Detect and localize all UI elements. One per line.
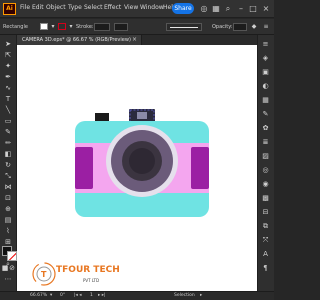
menu-file[interactable]: File [20,4,30,11]
stroke-dropdown-icon[interactable]: ▾ [67,23,75,31]
maximize-icon[interactable]: □ [248,4,258,14]
color-panel-icon[interactable]: ◐ [261,82,270,91]
transform-panel-icon[interactable]: ⤧ [261,236,270,245]
variable-width-field[interactable] [114,23,128,31]
rotate-tool-icon[interactable]: ↻ [4,161,12,169]
camera-right-grip [191,147,209,189]
width-tool-icon[interactable]: ⋈ [4,183,12,191]
opacity-label: Opacity: [212,24,233,30]
menu-select[interactable]: Select [84,4,103,11]
menu-edit[interactable]: Edit [32,4,44,11]
type-tool-icon[interactable]: T [4,95,12,103]
close-window-icon[interactable]: × [261,4,271,14]
pencil-tool-icon[interactable]: ✏ [4,139,12,147]
pen-tool-icon[interactable]: ✒ [4,73,12,81]
menu-effect[interactable]: Effect [104,4,121,11]
rectangle-tool-icon[interactable]: ▭ [4,117,12,125]
free-transform-tool-icon[interactable]: ⊡ [4,194,12,202]
watermark-brand: TFOUR TECH [56,265,120,275]
gradient-panel-icon[interactable]: ▨ [261,152,270,161]
pathfinder-panel-icon[interactable]: ⧉ [261,222,270,231]
search-icon[interactable]: ⌕ [223,4,233,14]
properties-panel-icon[interactable]: ≡ [261,40,270,49]
line-tool-icon[interactable]: ╲ [4,106,12,114]
curvature-tool-icon[interactable]: ∿ [4,84,12,92]
shape-builder-tool-icon[interactable]: ⊕ [4,205,12,213]
scale-tool-icon[interactable]: ⤡ [4,172,12,180]
zoom-dropdown-icon[interactable]: ▾ [50,293,52,298]
more-options-icon[interactable]: ≡ [262,23,270,31]
stroke-weight-field[interactable] [94,23,110,31]
stroke-swatch[interactable] [58,23,66,30]
fill-swatch[interactable] [40,23,48,30]
camera-shutter-button [95,113,109,122]
zoom-level[interactable]: 66.67% [30,293,47,298]
selection-tool-icon[interactable]: ➤ [4,40,12,48]
align-panel-icon[interactable]: ⊟ [261,208,270,217]
paragraph-panel-icon[interactable]: ¶ [261,264,270,273]
next-artboard-icon[interactable]: ▸ ▸| [98,293,105,298]
status-mode: Selection [174,293,195,298]
eyedropper-tool-icon[interactable]: ⌇ [4,227,12,235]
camera-left-grip [75,147,93,189]
control-bar: Rectangle ▾ ▾ Stroke: Opacity: ◆ ≡ [0,19,274,35]
edit-toolbar-icon[interactable]: ⋯ [4,275,12,283]
libraries-panel-icon[interactable]: ▣ [261,68,270,77]
artboard-number[interactable]: 1 [90,293,93,298]
gradient-tool-icon[interactable]: ▤ [4,216,12,224]
illustrator-logo-icon[interactable]: Ai [3,3,16,15]
menu-type[interactable]: Type [68,4,82,11]
direct-selection-tool-icon[interactable]: ⇱ [4,51,12,59]
tfour-logo-icon: T [32,262,56,286]
close-tab-icon[interactable]: × [132,36,137,43]
appearance-panel-icon[interactable]: ◉ [261,180,270,189]
stroke-label: Stroke: [76,24,94,30]
workspace-icon[interactable]: ▦ [211,4,221,14]
minimize-icon[interactable]: – [236,4,246,14]
camera-artwork[interactable] [17,45,257,291]
rotate-view-field[interactable]: 0° [60,293,65,298]
svg-text:T: T [41,270,47,279]
stroke-panel-icon[interactable]: ≣ [261,138,270,147]
menu-object[interactable]: Object [46,4,66,11]
graphic-styles-panel-icon[interactable]: ▩ [261,194,270,203]
prev-artboard-icon[interactable]: |◂ ◂ [74,293,81,298]
artboard-tool-icon[interactable]: ⊞ [4,238,12,246]
layers-panel-icon[interactable]: ◈ [261,54,270,63]
brushes-panel-icon[interactable]: ✎ [261,110,270,119]
eraser-tool-icon[interactable]: ◧ [4,150,12,158]
symbols-panel-icon[interactable]: ✿ [261,124,270,133]
opacity-field[interactable] [233,23,247,31]
menu-window[interactable]: Window [140,4,164,11]
magic-wand-tool-icon[interactable]: ✦ [4,62,12,70]
paintbrush-tool-icon[interactable]: ✎ [4,128,12,136]
learn-icon[interactable]: ◎ [199,4,209,14]
share-button[interactable]: Share [172,3,194,14]
menu-view[interactable]: View [124,4,138,11]
status-arrow-icon[interactable]: ▸ [200,293,202,298]
fill-dropdown-icon[interactable]: ▾ [49,23,57,31]
document-tab-title: CAMERA 3D.eps* @ 66.67 % (RGB/Preview) [22,37,131,43]
selection-type-label: Rectangle [3,24,28,30]
brush-definition-field[interactable] [166,23,202,31]
stroke-color-icon[interactable] [7,251,17,261]
transparency-panel-icon[interactable]: ◎ [261,166,270,175]
none-mode-icon[interactable]: ⊘ [8,264,16,272]
swatches-panel-icon[interactable]: ▦ [261,96,270,105]
character-panel-icon[interactable]: A [261,250,270,259]
menu-bar: Ai File Edit Object Type Select Effect V… [0,0,274,18]
style-icon[interactable]: ◆ [250,23,258,31]
watermark-sub: PVT LTD [83,278,100,283]
